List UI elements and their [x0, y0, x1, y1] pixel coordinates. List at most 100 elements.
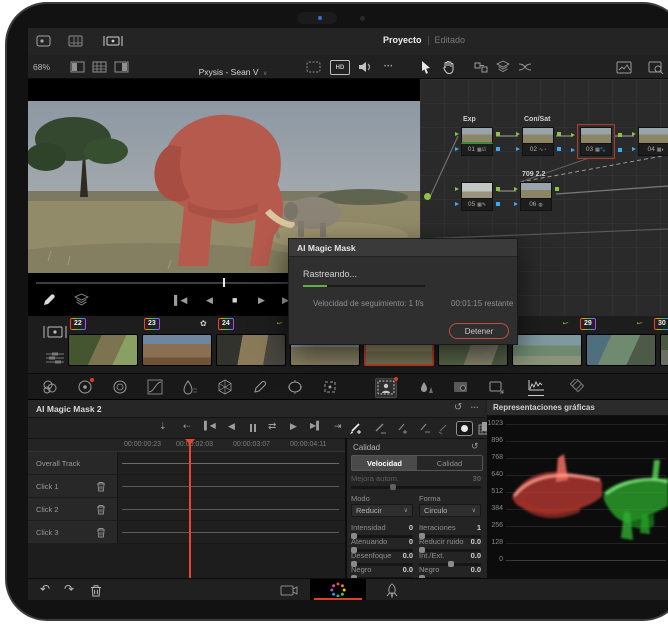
scope-y-0: 0 [403, 556, 503, 563]
stop-tracking-button[interactable]: Detener [449, 323, 509, 339]
delete-click2-icon[interactable] [96, 504, 106, 515]
clip-24[interactable] [216, 334, 286, 366]
clip-30[interactable] [660, 334, 668, 366]
lane-overall[interactable] [118, 452, 345, 475]
track-reverse-icon[interactable]: ⇣ [159, 421, 167, 432]
tracking-speed: Velocidad de seguimiento: 1 f/s [313, 299, 424, 308]
clip-28[interactable] [512, 334, 582, 366]
node-03-selected[interactable]: 03▦🐾 [577, 124, 615, 159]
qualifier-icon[interactable] [182, 379, 198, 395]
mixer-icon[interactable] [518, 61, 532, 73]
strip-clips-icon[interactable] [42, 324, 68, 340]
blur-icon[interactable] [418, 379, 434, 395]
timeline-playhead[interactable] [189, 439, 191, 578]
node-02[interactable]: Con/Sat 02∿◔ [522, 127, 554, 156]
wipe-modes-icon[interactable] [74, 293, 89, 306]
hdr-wheels-icon[interactable] [112, 379, 128, 395]
go-end-button[interactable]: ▶▌ [310, 421, 322, 430]
lane-click1[interactable] [118, 475, 345, 498]
play-reverse-button[interactable]: ◀ [206, 295, 213, 306]
color-warper-icon[interactable] [217, 379, 233, 395]
tracker-icon[interactable] [322, 379, 338, 395]
scopes-panel: Representaciones gráficas 1023 896 768 6… [487, 400, 668, 578]
strip-timeline-icon[interactable] [44, 350, 66, 364]
track-click2[interactable]: Click 2 [28, 498, 118, 521]
clip-22[interactable] [68, 334, 138, 366]
viewer-more-icon[interactable]: ••• [384, 64, 393, 70]
scope-y-640: 640 [403, 471, 503, 478]
scrub-playhead[interactable] [223, 278, 225, 287]
lut-browser-icon[interactable] [648, 61, 664, 74]
bottom-bar: ↶ ↷ [28, 578, 668, 600]
clips-strip-icon[interactable] [102, 34, 124, 48]
power-window-icon[interactable] [287, 379, 303, 395]
scopes-icon[interactable] [528, 378, 544, 396]
layers-panel-icon[interactable] [568, 379, 584, 395]
grid-viewer-icon[interactable] [92, 61, 107, 73]
source-port[interactable] [424, 193, 431, 200]
track-one-back-icon[interactable]: ⇠ [183, 421, 191, 432]
stop-button[interactable]: ■ [232, 295, 237, 305]
clip-23[interactable] [142, 334, 212, 366]
single-viewer-icon[interactable] [70, 61, 85, 73]
pause-button[interactable] [250, 424, 256, 432]
undo-button[interactable]: ↶ [40, 582, 50, 596]
ping-pong-button[interactable]: ⇄ [268, 421, 276, 432]
track-one-fwd-icon[interactable]: ⇥ [334, 421, 342, 432]
patch-replacer-icon[interactable] [453, 379, 469, 395]
playhead-handle[interactable] [185, 439, 195, 445]
split-viewer-icon[interactable] [114, 61, 129, 73]
lane-click3[interactable] [118, 521, 345, 544]
bypass-icon[interactable] [306, 61, 321, 73]
play-back-button[interactable]: ◀ [228, 421, 235, 432]
node-06[interactable]: 709 2.2 06◍ [520, 182, 552, 211]
remove-stroke-icon[interactable] [372, 422, 386, 435]
proxy-quality-icon[interactable]: HD [330, 60, 350, 75]
node-01[interactable]: Exp 01▦☑ [461, 127, 493, 156]
viewer-toolbar: 68% Pxysis - Sean V ∨ HD ••• [28, 55, 668, 79]
eyedropper-tool-icon[interactable] [252, 379, 268, 395]
node-05[interactable]: 05▦✎ [461, 182, 493, 211]
lane-click2[interactable] [118, 498, 345, 521]
play-button[interactable]: ▶ [258, 295, 265, 306]
zoom-level[interactable]: 68% [33, 62, 50, 72]
audio-icon[interactable] [358, 61, 372, 73]
hand-tool-icon[interactable] [442, 60, 455, 74]
go-start-button[interactable]: ▌◀ [204, 421, 216, 430]
tab-proyecto[interactable]: Proyecto [383, 35, 422, 45]
color-wheels-icon[interactable] [42, 379, 58, 395]
cursor-tool-icon[interactable] [420, 60, 432, 74]
luts-icon[interactable] [68, 34, 84, 48]
primaries-icon[interactable] [77, 379, 93, 395]
track-click3[interactable]: Click 3 [28, 521, 118, 544]
gallery-icon[interactable] [36, 34, 52, 48]
panel-reset-icon[interactable]: ↺ [454, 403, 462, 413]
trash-button[interactable] [90, 584, 102, 597]
delete-click1-icon[interactable] [96, 481, 106, 492]
clip-29[interactable] [586, 334, 656, 366]
node-add-icon[interactable] [474, 61, 488, 73]
curves-icon[interactable] [147, 379, 163, 395]
clip-title[interactable]: Pxysis - Sean V ∨ [148, 62, 318, 80]
panel-more-icon[interactable]: ••• [471, 406, 479, 411]
magic-mask-icon[interactable] [375, 378, 397, 398]
active-page-underline [314, 598, 362, 600]
node-04[interactable]: 04▦◐ [638, 127, 668, 156]
track-overall[interactable]: Overall Track [28, 452, 118, 475]
jump-start-button[interactable]: ▌◀ [174, 295, 187, 306]
quick-export-icon[interactable] [384, 583, 399, 598]
stills-icon[interactable] [616, 61, 632, 74]
picker-icon[interactable] [42, 293, 56, 307]
color-page-tab[interactable] [310, 579, 366, 600]
sizing-icon[interactable] [488, 379, 504, 395]
redo-button[interactable]: ↷ [64, 582, 74, 596]
play-fwd-button[interactable]: ▶ [290, 421, 297, 432]
scope-y-896: 896 [403, 437, 503, 444]
track-click1[interactable]: Click 1 [28, 475, 118, 498]
tab-editado[interactable]: Editado [435, 35, 466, 45]
cut-page-icon[interactable] [280, 584, 298, 597]
layers-icon[interactable] [496, 60, 510, 73]
delete-click3-icon[interactable] [96, 527, 106, 538]
dialog-status: Rastreando... [303, 269, 357, 279]
add-stroke-icon[interactable] [348, 422, 362, 435]
